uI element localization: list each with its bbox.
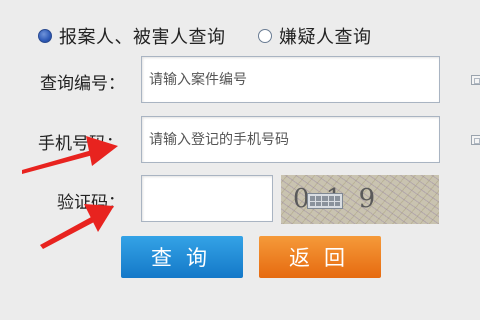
arrow-to-phone-field (22, 136, 118, 174)
annotation-arrows (22, 136, 118, 249)
arrow-to-captcha-field (40, 204, 114, 249)
